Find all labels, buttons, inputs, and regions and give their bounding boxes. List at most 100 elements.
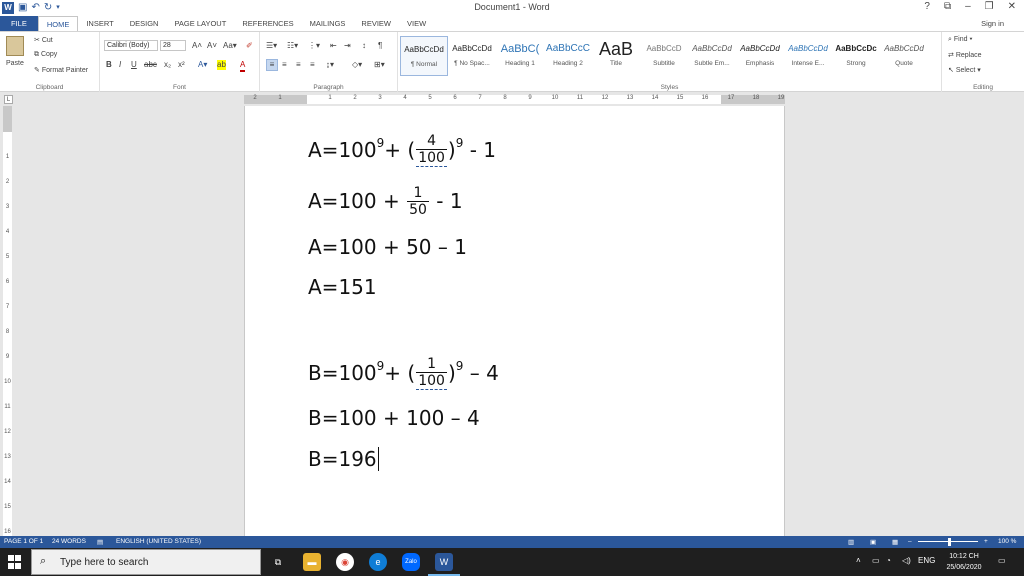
font-color-icon[interactable]: A [240,60,246,72]
italic-icon[interactable]: I [119,60,121,70]
equation-line[interactable]: A=100 9 + ( 4 100) 9 - 1 [308,130,496,170]
ribbon-display-options-icon[interactable]: ⧉ [944,1,951,12]
grow-font-icon[interactable]: A˄ [192,41,202,51]
underline-icon[interactable]: U [131,60,137,70]
language-indicator[interactable]: ENGLISH (UNITED STATES) [116,538,201,545]
numbering-icon[interactable]: ☷▾ [287,41,298,51]
line-spacing-icon[interactable]: ↨▾ [326,60,334,70]
multilevel-list-icon[interactable]: ⋮▾ [308,41,320,51]
horizontal-ruler[interactable]: L 2 1 1 2 3 4 5 6 7 8 9 10 11 12 13 14 15 16 17 18 19 [0,92,1024,106]
taskbar-clock[interactable]: 10:12 CH 25/06/2020 [936,551,992,573]
zalo-icon[interactable]: Zalo [402,553,420,571]
style-strong[interactable]: AaBbCcDc Strong [832,36,880,76]
input-language[interactable]: ENG [918,556,935,565]
edge-icon[interactable]: e [369,553,387,571]
strikethrough-icon[interactable]: abc [144,60,157,70]
equation-line[interactable]: A=100 + 1 50 - 1 [308,181,463,221]
show-formatting-icon[interactable]: ¶ [378,41,382,51]
style-subtle-emphasis[interactable]: AaBbCcDd Subtle Em... [688,36,736,76]
clear-formatting-icon[interactable]: ✐ [246,41,253,51]
style-intense-emphasis[interactable]: AaBbCcDd Intense E... [784,36,832,76]
find-button[interactable]: ⌕ Find ▾ [948,36,972,44]
equation-line[interactable]: B=100 9 + ( 1 100) 9 – 4 [308,353,499,393]
volume-icon[interactable]: ◁) [902,556,911,565]
equation-line[interactable]: A=100 + 50 – 1 [308,227,467,267]
battery-icon[interactable]: ▭ [872,556,880,565]
style-heading-1[interactable]: AaBbC(Heading 1 [496,36,544,76]
tab-view[interactable]: VIEW [399,16,434,31]
style-subtitle[interactable]: AaBbCcD Subtitle [640,36,688,76]
text-effects-icon[interactable]: A▾ [198,60,207,70]
word-count[interactable]: 24 WORDS [52,538,86,545]
page-count[interactable]: PAGE 1 OF 1 [4,538,43,545]
web-layout-icon[interactable]: ▦ [892,538,898,546]
vertical-ruler[interactable]: 1 2 3 4 5 6 7 8 9 10 11 12 13 14 15 16 [0,106,14,536]
tab-home[interactable]: HOME [37,16,79,31]
help-icon[interactable]: ? [924,1,930,12]
tab-design[interactable]: DESIGN [122,16,167,31]
sort-icon[interactable]: ↕ [362,41,366,51]
tab-file[interactable]: FILE [0,16,38,31]
change-case-icon[interactable]: Aa▾ [223,41,237,51]
copy-button[interactable]: ⧉ Copy [34,51,57,59]
bold-icon[interactable]: B [106,60,112,70]
borders-icon[interactable]: ⊞▾ [374,60,385,70]
tab-selector[interactable]: L [4,95,13,104]
font-size-dropdown[interactable]: 28 [160,40,186,51]
proofing-icon[interactable]: ▤ [97,538,103,546]
document-page[interactable]: A=100 9 + ( 4 100) 9 - 1 A=100 + 1 50 - 1 A=… [244,106,785,536]
taskbar-search-box[interactable]: ⌕ Type here to search [31,549,261,575]
zoom-slider-thumb[interactable] [948,538,951,546]
restore-icon[interactable]: ❐ [985,1,994,12]
start-button[interactable] [0,548,30,576]
cut-button[interactable]: ✂ Cut [34,36,53,44]
superscript-icon[interactable]: x² [178,60,185,70]
equation-line[interactable]: B=100 + 100 – 4 [308,398,480,438]
close-icon[interactable]: ✕ [1008,1,1016,12]
tab-review[interactable]: REVIEW [353,16,399,31]
style-title[interactable]: AaB Title [592,36,640,76]
align-right-icon[interactable]: ≡ [296,60,301,70]
notifications-icon[interactable]: ▭ [998,556,1006,565]
style-heading-2[interactable]: AaBbCcC Heading 2 [544,36,592,76]
format-painter-button[interactable]: ✎ Format Painter [34,66,88,74]
shading-icon[interactable]: ◇▾ [352,60,362,70]
zoom-out-icon[interactable]: – [908,538,912,545]
zoom-level[interactable]: 100 % [998,538,1016,545]
style-no-spacing[interactable]: AaBbCcDd ¶ No Spac... [448,36,496,76]
style-normal[interactable]: AaBbCcDd ¶ Normal [400,36,448,76]
minimize-icon[interactable]: – [965,1,971,12]
bullets-icon[interactable]: ☰▾ [266,41,277,51]
word-taskbar-icon[interactable]: W [435,553,453,571]
select-button[interactable]: ↖ Select ▾ [948,66,981,74]
network-icon[interactable]: ◔ [886,556,891,565]
subscript-icon[interactable]: x₂ [164,60,171,70]
style-emphasis[interactable]: AaBbCcDd Emphasis [736,36,784,76]
increase-indent-icon[interactable]: ⇥ [344,41,351,51]
print-layout-icon[interactable]: ▣ [870,538,876,546]
shrink-font-icon[interactable]: A˅ [207,41,217,51]
tab-references[interactable]: REFERENCES [234,16,301,31]
task-view-icon[interactable]: ⧉ [269,553,287,571]
highlight-icon[interactable]: ab [217,60,226,70]
read-mode-icon[interactable]: ▥ [848,538,854,546]
zoom-in-icon[interactable]: + [984,538,988,545]
file-explorer-icon[interactable]: ▬ [303,553,321,571]
tray-chevron-icon[interactable]: ˄ [856,556,861,565]
tab-page-layout[interactable]: PAGE LAYOUT [166,16,234,31]
font-name-dropdown[interactable]: Calibri (Body) [104,40,158,51]
justify-icon[interactable]: ≡ [310,60,315,70]
tab-mailings[interactable]: MAILINGS [302,16,354,31]
decrease-indent-icon[interactable]: ⇤ [330,41,337,51]
equation-line[interactable]: A=151 [308,267,377,307]
align-center-icon[interactable]: ≡ [282,60,287,70]
replace-button[interactable]: ⇄ Replace [948,51,982,59]
paste-button[interactable]: Paste [6,60,24,67]
chrome-icon[interactable]: ◉ [336,553,354,571]
style-quote[interactable]: AaBbCcDd Quote [880,36,928,76]
equation-line[interactable]: B=196 [308,439,379,479]
sign-in-link[interactable]: Sign in [981,19,1004,28]
align-left-icon[interactable]: ≡ [266,59,278,71]
paste-icon[interactable] [6,36,24,56]
tab-insert[interactable]: INSERT [78,16,121,31]
